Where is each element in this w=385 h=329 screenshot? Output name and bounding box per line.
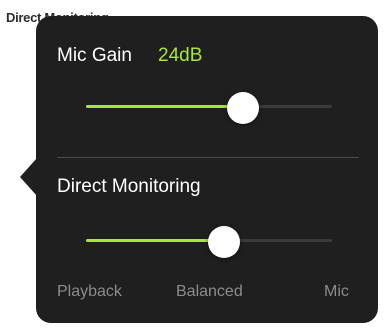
direct-monitoring-slider[interactable] xyxy=(86,226,332,258)
page: Direct Monitoring Mic Gain 24dB Direct M… xyxy=(0,0,385,329)
popover-arrow xyxy=(20,158,37,196)
slider-fill xyxy=(86,239,224,242)
mic-gain-slider[interactable] xyxy=(86,92,332,124)
slider-fill xyxy=(86,105,244,108)
scale-label-mic: Mic xyxy=(324,283,349,300)
slider-thumb[interactable] xyxy=(207,226,240,258)
scale-label-playback: Playback xyxy=(57,283,122,300)
mic-gain-value: 24dB xyxy=(158,45,203,66)
scale-label-balanced: Balanced xyxy=(176,283,243,300)
mic-gain-label: Mic Gain xyxy=(57,45,132,66)
slider-thumb[interactable] xyxy=(227,92,260,124)
section-divider xyxy=(57,157,359,158)
direct-monitoring-label: Direct Monitoring xyxy=(57,176,201,197)
